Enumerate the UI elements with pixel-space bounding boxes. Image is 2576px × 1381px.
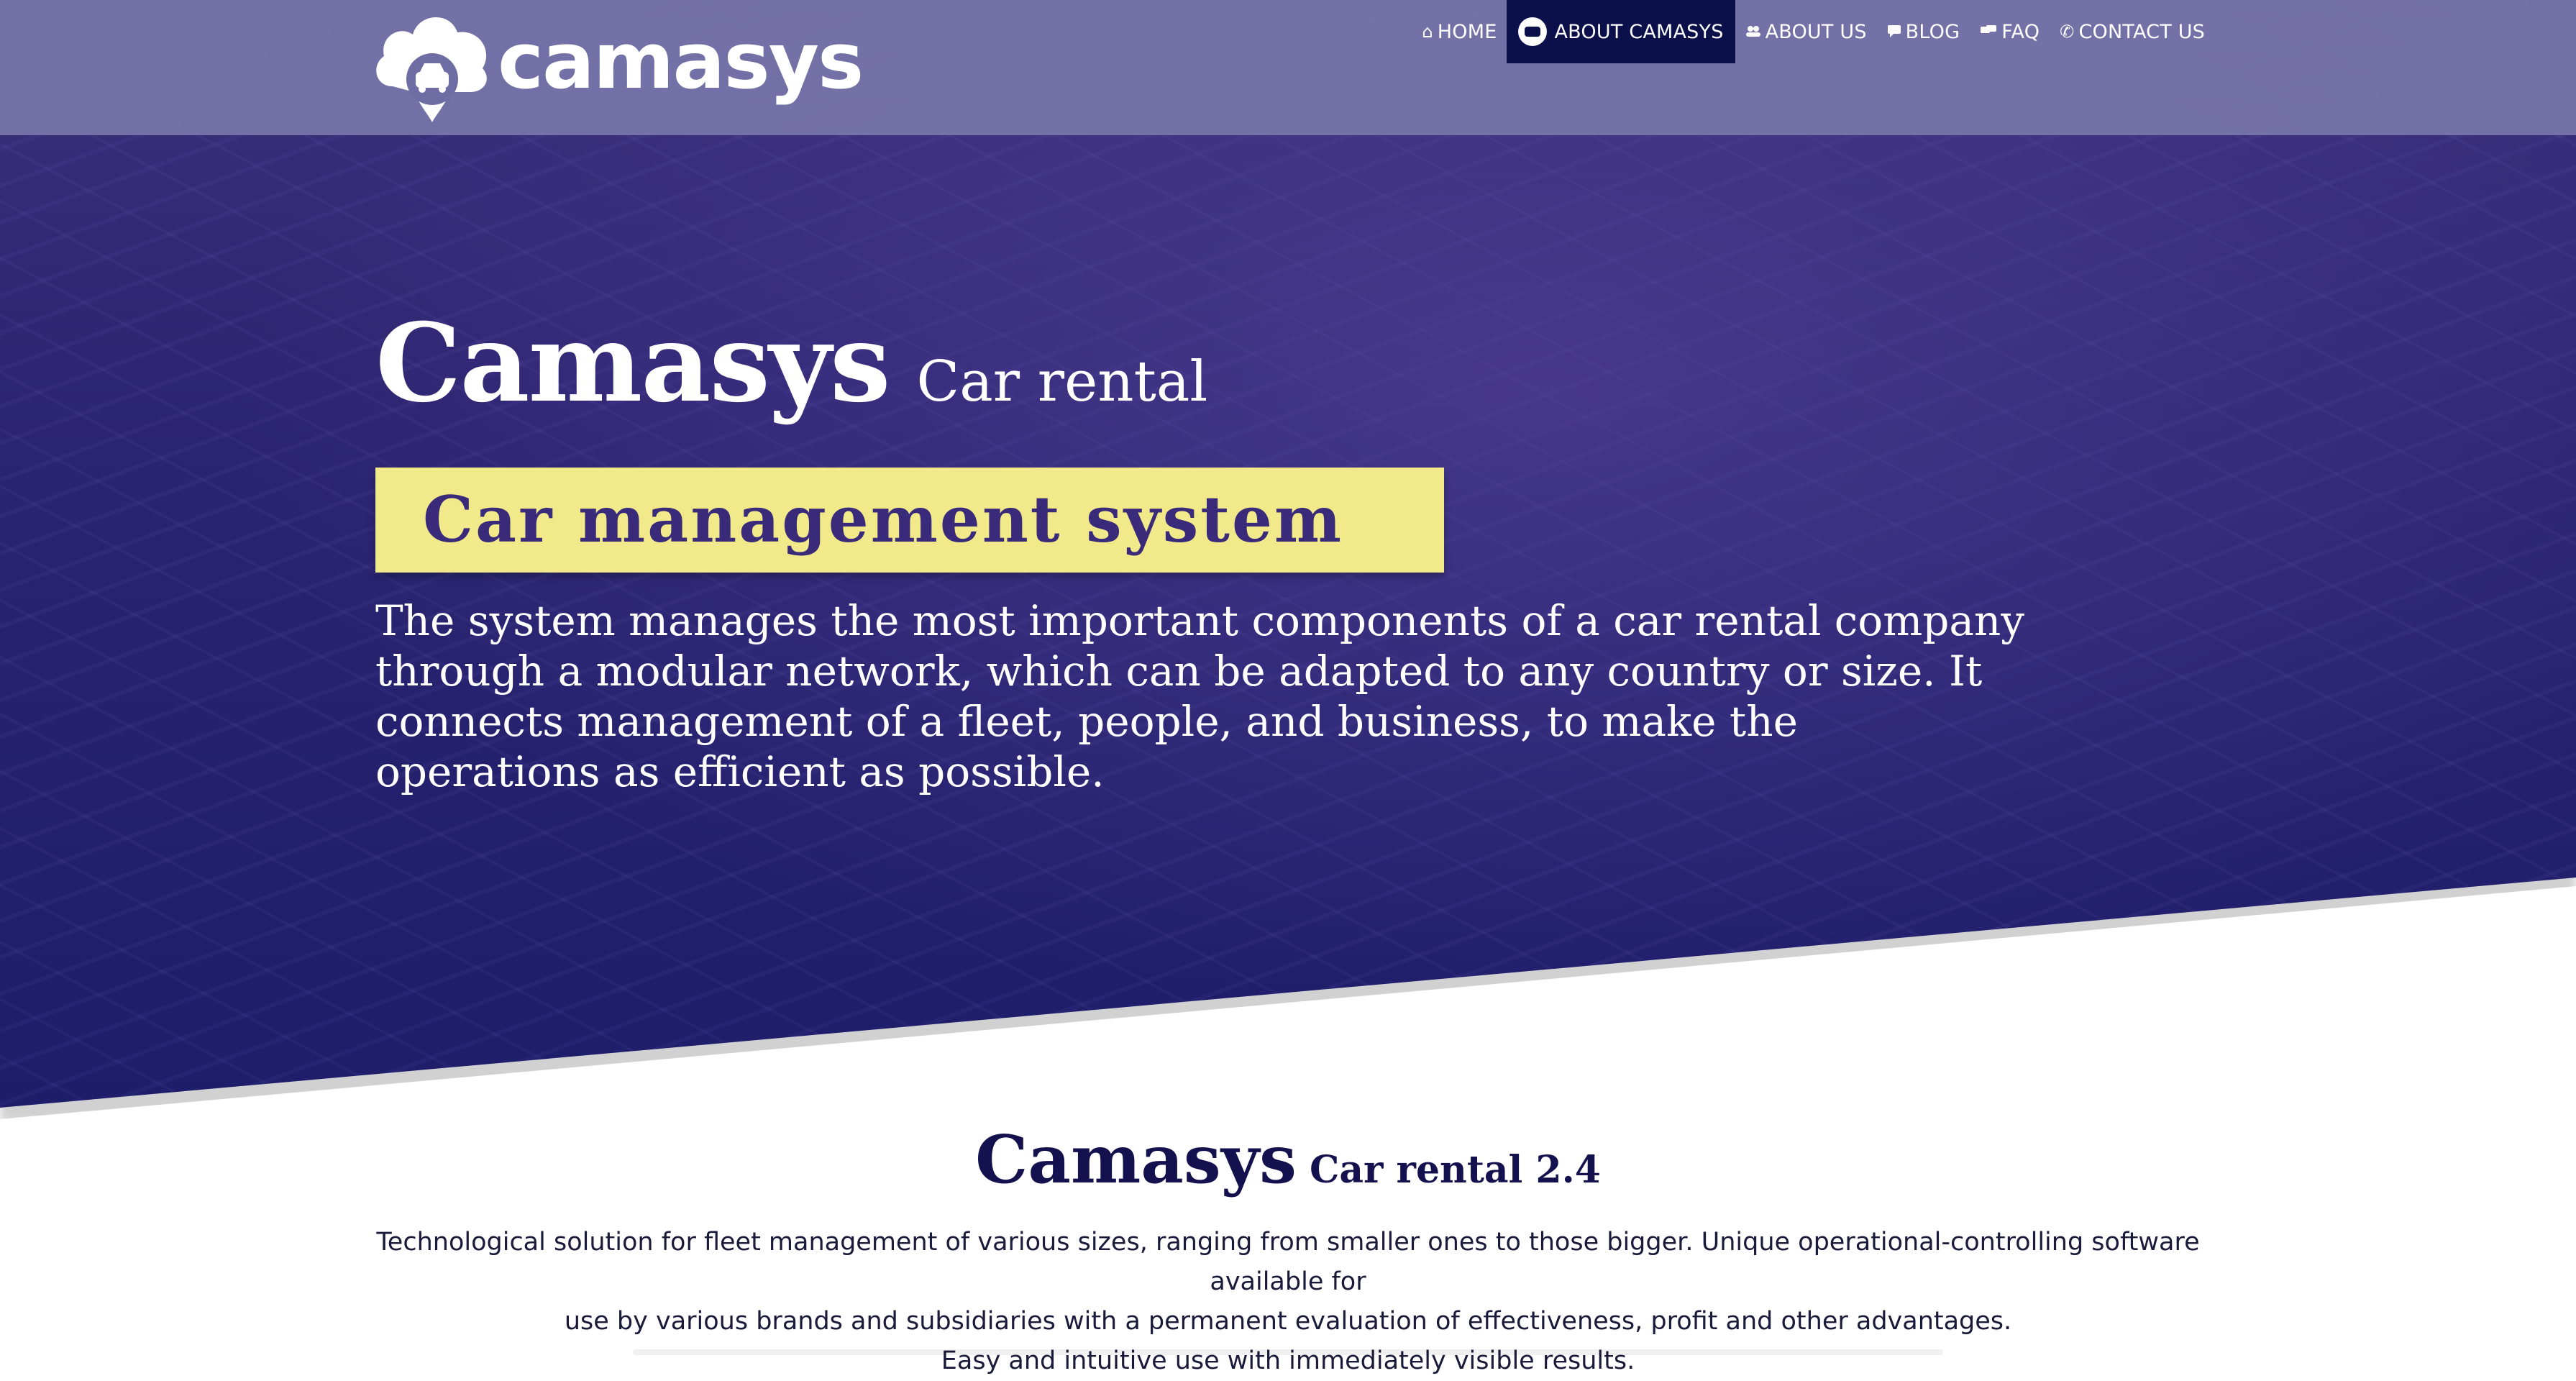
tagline-text: Car management system <box>423 482 1344 557</box>
hero-title-main: Camasys <box>375 300 891 427</box>
section-title-main: Camasys <box>975 1121 1297 1198</box>
nav-about-camasys-label: ABOUT CAMASYS <box>1554 20 1724 43</box>
hero-title: Camasys Car rental <box>375 309 1207 417</box>
nav-blog-label: BLOG <box>1905 20 1960 43</box>
nav-blog[interactable]: BLOG <box>1877 0 1970 63</box>
site-header: camasys ⌂ HOME ABOUT CAMASYS ABOUT US BL… <box>0 0 2576 135</box>
home-icon: ⌂ <box>1422 22 1433 42</box>
section-description: Technological solution for fleet managem… <box>374 1223 2202 1381</box>
camasys-logo[interactable]: camasys <box>371 7 864 125</box>
nav-home[interactable]: ⌂ HOME <box>1412 0 1507 63</box>
phone-icon: ✆ <box>2060 22 2075 42</box>
comment-icon <box>1887 22 1901 42</box>
nav-about-us[interactable]: ABOUT US <box>1735 0 1877 63</box>
logo-wordmark: camasys <box>498 17 864 106</box>
nav-faq[interactable]: FAQ <box>1970 0 2050 63</box>
cloud-car-pin-icon <box>376 17 487 122</box>
card-top-shadow <box>633 1349 1943 1355</box>
section-description-line: use by various brands and subsidiaries w… <box>564 1307 2012 1336</box>
section-title-sub: Car rental 2.4 <box>1309 1148 1601 1192</box>
nav-contact-us[interactable]: ✆ CONTACT US <box>2050 0 2215 63</box>
nav-contact-us-label: CONTACT US <box>2078 20 2205 43</box>
section-description-line: Easy and intuitive use with immediately … <box>941 1346 1635 1375</box>
main-nav: ⌂ HOME ABOUT CAMASYS ABOUT US BLOG FAQ ✆… <box>1412 0 2215 63</box>
camasys-car-icon <box>1518 17 1548 46</box>
nav-about-camasys[interactable]: ABOUT CAMASYS <box>1507 0 1735 63</box>
tagline-box: Car management system <box>375 468 1444 573</box>
hero-description: The system manages the most important co… <box>375 596 2025 796</box>
section-title: Camasys Car rental 2.4 <box>0 1126 2576 1193</box>
hero-title-sub: Car rental <box>916 350 1208 414</box>
users-icon <box>1745 22 1761 42</box>
nav-home-label: HOME <box>1437 20 1497 43</box>
nav-about-us-label: ABOUT US <box>1765 20 1867 43</box>
section-description-line: Technological solution for fleet managem… <box>376 1228 2200 1296</box>
comments-icon <box>1980 22 1997 42</box>
nav-faq-label: FAQ <box>2001 20 2040 43</box>
